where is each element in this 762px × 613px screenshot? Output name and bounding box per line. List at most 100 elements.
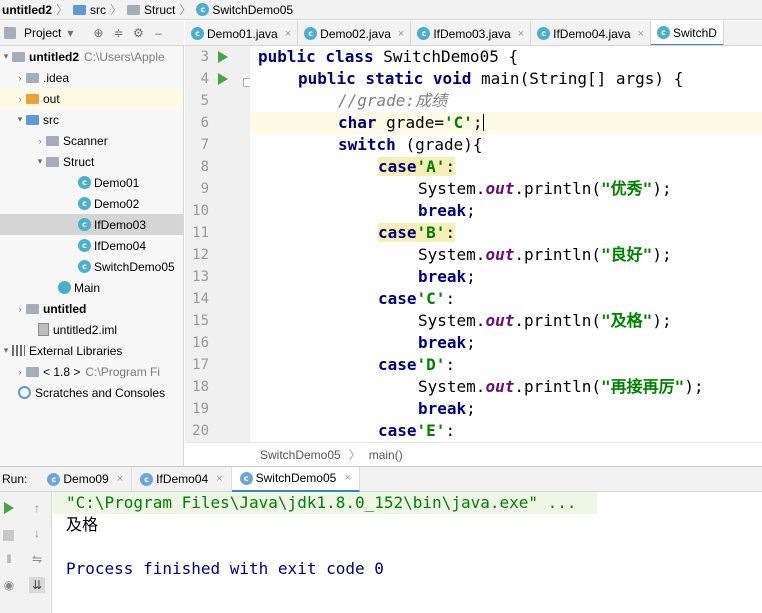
tree-item-scanner[interactable]: › Scanner xyxy=(0,130,183,151)
string-literal: "及格" xyxy=(601,311,653,330)
collapsed-arrow-icon[interactable]: › xyxy=(14,367,26,377)
navigation-bar: untitled2 〉 src 〉 Struct 〉 c SwitchDemo0… xyxy=(0,0,762,20)
run-main-icon[interactable] xyxy=(218,73,228,85)
close-icon[interactable]: × xyxy=(398,28,404,40)
run-config-icon: c xyxy=(47,472,61,486)
tab-ifdemo04[interactable]: c IfDemo04.java × xyxy=(531,21,651,45)
folder-icon xyxy=(73,4,87,15)
collapse-all-icon[interactable]: ≑ xyxy=(111,26,125,40)
fold-icon[interactable] xyxy=(243,78,250,87)
breadcrumb-method[interactable]: main() xyxy=(369,448,403,462)
line-number: 6 xyxy=(200,115,209,131)
string-literal: "良好" xyxy=(601,245,653,264)
scroll-to-end-icon[interactable]: ⇊ xyxy=(29,577,45,593)
tree-item-idea[interactable]: › .idea xyxy=(0,67,183,88)
run-config-icon: c xyxy=(140,472,154,486)
tab-demo02[interactable]: c Demo02.java × xyxy=(298,21,412,45)
rerun-icon[interactable] xyxy=(4,502,14,514)
expand-arrow-icon[interactable]: ▾ xyxy=(34,156,46,167)
comment: //grade:成绩 xyxy=(338,91,448,110)
close-icon[interactable]: × xyxy=(285,28,291,40)
collapsed-arrow-icon[interactable]: › xyxy=(14,94,26,104)
tab-label: IfDemo03.java xyxy=(433,26,511,41)
java-class-icon: c xyxy=(304,27,318,40)
code-text: : xyxy=(445,223,456,242)
tree-item-ifdemo04[interactable]: c IfDemo04 xyxy=(0,235,183,256)
run-class-icon[interactable] xyxy=(218,51,228,63)
arrow-up-icon[interactable]: ↑ xyxy=(29,500,45,516)
close-icon[interactable]: × xyxy=(117,473,123,485)
run-tool-header: Run: c Demo09 × c IfDemo04 × c SwitchDem… xyxy=(0,466,762,492)
nav-crumb-project[interactable]: untitled2 xyxy=(0,0,56,20)
nav-crumb-file[interactable]: c SwitchDemo05 xyxy=(194,0,297,20)
java-class-icon: c xyxy=(537,27,551,40)
code-text: .println( xyxy=(514,245,602,264)
soft-wrap-icon[interactable]: ⇋ xyxy=(29,551,45,567)
code-text: (grade){ xyxy=(405,135,483,154)
tab-ifdemo03[interactable]: c IfDemo03.java × xyxy=(411,21,532,45)
collapsed-arrow-icon[interactable]: › xyxy=(14,73,26,83)
char-literal: 'C' xyxy=(416,289,446,308)
project-panel-title[interactable]: Project xyxy=(24,26,61,40)
tree-item-label: External Libraries xyxy=(29,343,123,358)
close-icon[interactable]: × xyxy=(344,472,350,484)
tab-label: Demo02.java xyxy=(320,26,391,41)
locate-file-icon[interactable]: ⊕ xyxy=(91,26,105,40)
java-class-icon: c xyxy=(78,218,91,231)
code-line: System.out.println("再接再厉"); xyxy=(418,376,762,398)
keyword: case xyxy=(378,223,417,242)
char-literal: 'A' xyxy=(416,157,446,176)
char-literal: 'E' xyxy=(416,421,446,440)
stop-icon[interactable] xyxy=(3,530,14,541)
tree-item-label: Demo01 xyxy=(94,175,140,190)
code-line: case'D': xyxy=(378,354,762,376)
tree-item-src[interactable]: ▾ src xyxy=(0,109,183,130)
minimize-icon[interactable]: – xyxy=(151,26,165,40)
tree-item-untitled2[interactable]: ▾ untitled2 C:\Users\Apple xyxy=(0,46,183,67)
camera-icon[interactable]: ◉ xyxy=(1,577,17,593)
run-tab-switchdemo05[interactable]: c SwitchDemo05 × xyxy=(231,466,360,492)
pause-icon[interactable]: ‖ xyxy=(1,551,17,567)
tree-item-iml[interactable]: untitled2.iml xyxy=(0,319,183,340)
collapsed-arrow-icon[interactable]: › xyxy=(34,136,46,146)
tab-demo01[interactable]: c Demo01.java × xyxy=(185,21,299,45)
code-text: ; xyxy=(472,113,483,132)
gear-icon[interactable]: ⚙ xyxy=(131,26,145,40)
run-console[interactable]: "C:\Program Files\Java\jdk1.8.0_152\bin\… xyxy=(53,492,762,613)
tree-item-label: Demo02 xyxy=(94,196,140,211)
nav-crumb-struct[interactable]: Struct xyxy=(125,0,179,20)
tree-item-untitled[interactable]: › untitled xyxy=(0,298,183,319)
tree-item-switchdemo05[interactable]: c SwitchDemo05 xyxy=(0,256,183,277)
nav-file-label: SwitchDemo05 xyxy=(212,2,294,17)
close-icon[interactable]: × xyxy=(216,473,222,485)
main-class-icon xyxy=(58,281,71,294)
tree-item-scratches[interactable]: Scratches and Consoles xyxy=(0,382,183,403)
tree-item-external-libraries[interactable]: ▾ External Libraries xyxy=(0,340,183,361)
tree-item-struct[interactable]: ▾ Struct xyxy=(0,151,183,172)
tree-item-jdk[interactable]: › < 1.8 > C:\Program Fi xyxy=(0,361,183,382)
breadcrumb-class[interactable]: SwitchDemo05 xyxy=(260,448,341,462)
editor-tab-bar: c Demo01.java × c Demo02.java × c IfDemo… xyxy=(185,21,762,46)
run-tab-ifdemo04[interactable]: c IfDemo04 × xyxy=(132,466,232,492)
dropdown-arrow-icon[interactable]: ▾ xyxy=(63,26,77,40)
expand-arrow-icon[interactable]: ▾ xyxy=(0,51,12,62)
line-number: 18 xyxy=(192,379,209,395)
collapsed-arrow-icon[interactable]: › xyxy=(14,304,26,314)
arrow-down-icon[interactable]: ↓ xyxy=(29,525,45,541)
nav-crumb-src[interactable]: src xyxy=(71,0,110,20)
expand-arrow-icon[interactable]: ▾ xyxy=(14,114,26,125)
tree-item-demo01[interactable]: c Demo01 xyxy=(0,172,183,193)
tab-switchdemo05[interactable]: c SwitchD xyxy=(650,21,724,45)
tree-item-ifdemo03[interactable]: c IfDemo03 xyxy=(0,214,183,235)
close-icon[interactable]: × xyxy=(518,28,524,40)
code-editor[interactable]: public class SwitchDemo05 { public stati… xyxy=(250,46,762,442)
tree-item-out[interactable]: › out xyxy=(0,88,183,109)
tree-item-main[interactable]: Main xyxy=(0,277,183,298)
expand-arrow-icon[interactable]: ▾ xyxy=(0,345,12,356)
code-line: break; xyxy=(418,398,762,420)
run-tab-demo09[interactable]: c Demo09 × xyxy=(39,466,133,492)
run-toolbar: ↑ ↓ ‖ ⇋ ◉ ⇊ xyxy=(0,492,52,613)
close-icon[interactable]: × xyxy=(638,28,644,40)
tree-item-demo02[interactable]: c Demo02 xyxy=(0,193,183,214)
keyword: break xyxy=(418,399,467,418)
